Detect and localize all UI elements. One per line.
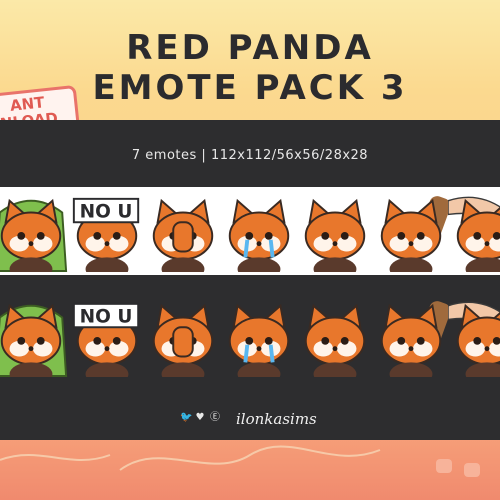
paw-decoration-icon [436, 459, 480, 477]
red-panda-no-u-sign-emote: NO U [72, 197, 140, 272]
no-u-sign-text: NO U [80, 306, 133, 327]
red-panda-headpat-emote [448, 196, 500, 272]
artist-handle[interactable]: ilonkasims [236, 410, 317, 428]
etsy-icon[interactable]: Ⓔ [210, 413, 220, 423]
red-panda-crying-emote [228, 198, 290, 272]
no-u-sign-text: NO U [80, 201, 133, 222]
red-panda-facepalm-emote [152, 303, 214, 377]
red-panda-with-bat-emote [380, 301, 450, 377]
red-panda-in-green-hoodie-emote [0, 198, 68, 272]
social-icons: 🐦 ♥ Ⓔ [180, 413, 220, 423]
kofi-icon[interactable]: ♥ [195, 413, 205, 423]
red-panda-crying-emote [228, 303, 290, 377]
red-panda-scared-emote [304, 198, 366, 272]
emote-info: 7 emotes | 112x112/56x56/28x28 [131, 148, 369, 163]
red-panda-headpat-emote [448, 301, 500, 377]
emote-row-light: NO U [0, 192, 500, 272]
red-panda-in-green-hoodie-emote [0, 303, 68, 377]
title-line-1: RED PANDA [126, 28, 374, 68]
dark-panel [0, 120, 500, 440]
red-panda-no-u-sign-emote: NO U [72, 302, 140, 377]
red-panda-facepalm-emote [152, 198, 214, 272]
red-panda-scared-emote [304, 303, 366, 377]
red-panda-with-bat-emote [380, 196, 450, 272]
twitter-icon[interactable]: 🐦 [180, 413, 192, 423]
emote-row-dark: NO U [0, 297, 500, 377]
